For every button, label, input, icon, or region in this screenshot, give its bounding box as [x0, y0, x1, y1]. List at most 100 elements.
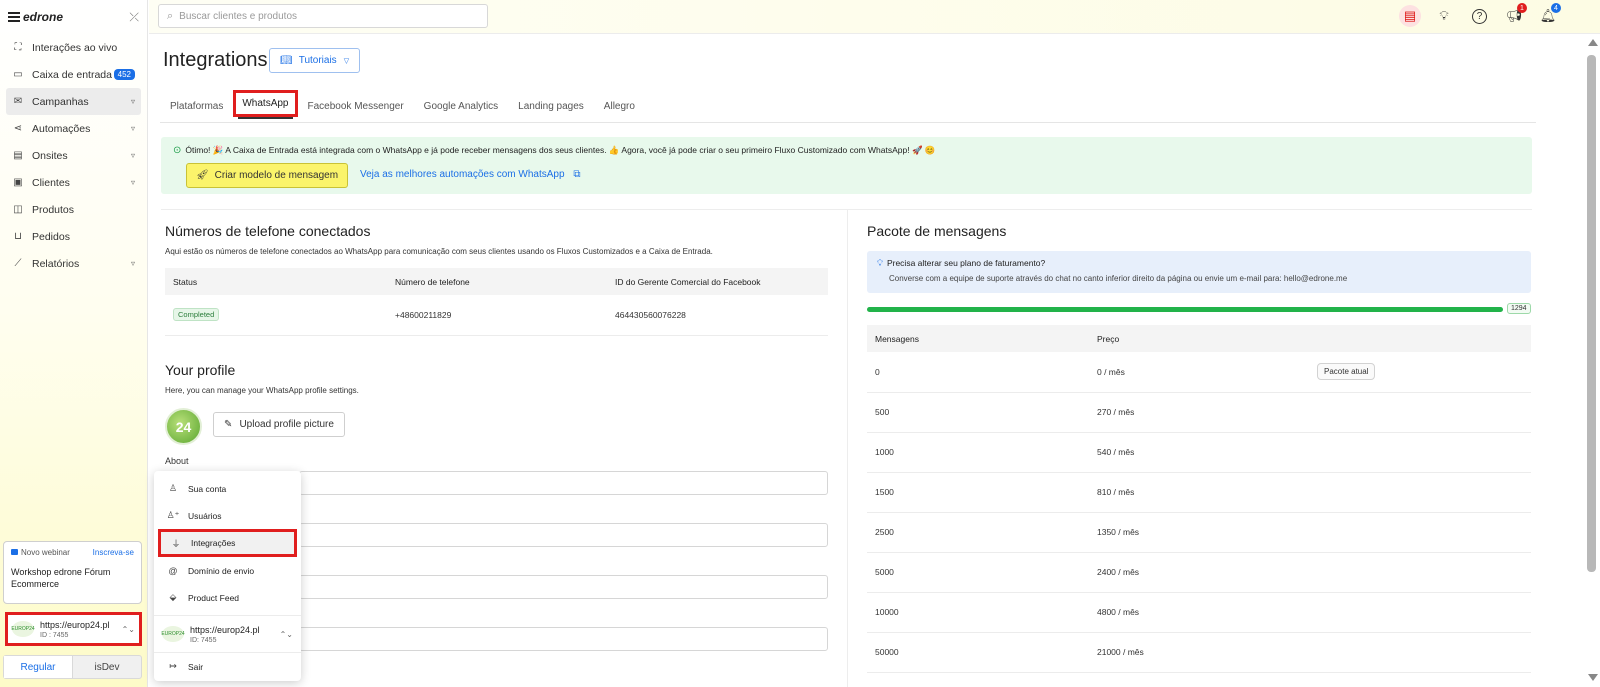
book-icon: 📖︎	[280, 55, 293, 66]
sidebar-item-inbox[interactable]: ▭ Caixa de entrada 452	[6, 61, 141, 88]
messages-cell: 0	[867, 352, 1089, 393]
mode-regular-button[interactable]: Regular	[4, 656, 73, 678]
topbar: ⌕ ▤ 💡︎ ? 📢︎ 1 🔔︎ 4	[149, 0, 1600, 34]
lightbulb-icon[interactable]: 💡︎	[1434, 6, 1454, 26]
sidebar-item-clients[interactable]: ▣ Clientes ▿	[6, 169, 141, 196]
sidebar-item-label: Produtos	[32, 203, 75, 216]
usage-progress-bar	[867, 307, 1503, 312]
col-price: Preço	[1089, 325, 1309, 352]
users-icon: ♙⁺	[166, 510, 180, 520]
sidebar-item-automations[interactable]: ⋖ Automações ▿	[6, 115, 141, 142]
fb-id-cell: 464430560076228	[607, 295, 828, 336]
messages-cell: 2500	[867, 512, 1089, 553]
scroll-down-icon[interactable]	[1588, 674, 1598, 681]
chevron-updown-icon: ⌃⌄	[279, 629, 293, 639]
chart-icon: ⟋	[14, 258, 22, 269]
account-avatar: EUROP24	[11, 621, 35, 637]
current-package-button[interactable]: Pacote atual	[1317, 363, 1376, 381]
sidebar-item-products[interactable]: ◫ Produtos	[6, 196, 141, 223]
tab-platforms[interactable]: Plataformas	[160, 89, 233, 123]
pin-off-icon[interactable]: ⤫	[129, 10, 139, 25]
chevron-updown-icon: ⌃⌄	[121, 624, 135, 634]
user-icon: ♙	[168, 483, 178, 493]
sidebar-item-orders[interactable]: ⊔ Pedidos	[6, 223, 141, 250]
sidebar-item-campaigns[interactable]: ✉ Campanhas ▿	[6, 88, 141, 115]
webinar-signup-link[interactable]: Inscreva-se	[93, 548, 134, 557]
price-cell: 540 / mês	[1089, 432, 1309, 473]
search-box[interactable]: ⌕	[158, 4, 488, 28]
col-messages: Mensagens	[867, 325, 1089, 352]
billing-info-box: 💡︎ Precisa alterar seu plano de faturamen…	[867, 251, 1531, 293]
menu-item-logout[interactable]: ↦ Sair	[154, 653, 301, 680]
tab-landing-pages[interactable]: Landing pages	[508, 89, 594, 123]
scrollbar-thumb[interactable]	[1587, 55, 1596, 572]
tab-allegro[interactable]: Allegro	[594, 89, 645, 123]
messages-cell: 1000	[867, 432, 1089, 473]
chevron-down-icon: ▿	[130, 151, 135, 160]
create-template-label: Criar modelo de mensagem	[214, 170, 339, 181]
table-row: 1000 540 / mês	[867, 432, 1531, 473]
webinar-card[interactable]: Novo webinar Inscreva-se Workshop edrone…	[3, 541, 142, 604]
menu-item-users[interactable]: ♙⁺ Usuários	[154, 502, 301, 529]
page-scrollbar[interactable]	[1584, 35, 1600, 687]
account-url: https://europ24.pl	[190, 624, 260, 635]
webinar-title: Workshop edrone Fórum Ecommerce	[11, 567, 111, 589]
products-icon: ◫	[13, 204, 23, 215]
col-phone: Número de telefone	[387, 268, 607, 295]
at-icon: @	[168, 565, 178, 576]
price-cell: 810 / mês	[1089, 472, 1309, 513]
messages-cell: 10000	[867, 592, 1089, 633]
menu-account-switcher[interactable]: EUROP24 https://europ24.pl ID: 7455 ⌃⌄	[154, 615, 301, 653]
sidebar-item-reports[interactable]: ⟋ Relatórios ▿	[6, 250, 141, 277]
account-avatar: EUROP24	[161, 626, 185, 642]
menu-item-label: Sua conta	[188, 483, 227, 494]
about-field[interactable]	[299, 471, 828, 495]
upload-picture-label: Upload profile picture	[239, 419, 334, 430]
tab-whatsapp[interactable]: WhatsApp	[233, 90, 298, 117]
main-content: Integrations 📖︎ Tutoriais ▽ Plataformas …	[149, 35, 1552, 687]
scroll-up-icon[interactable]	[1588, 39, 1598, 46]
menu-item-integrations[interactable]: ⏚ Integrações	[158, 529, 297, 557]
account-switcher[interactable]: EUROP24 https://europ24.pl ID : 7455 ⌃⌄	[5, 612, 142, 646]
mode-dev-button[interactable]: isDev	[73, 656, 141, 678]
sidebar-item-label: Automações	[32, 122, 91, 135]
megaphone-icon[interactable]: 📢︎ 1	[1504, 3, 1527, 26]
tutorials-button[interactable]: 📖︎ Tutoriais ▽	[269, 48, 361, 73]
menu-icon[interactable]	[8, 12, 20, 22]
clients-icon: ▣	[13, 177, 23, 188]
sidebar-item-label: Caixa de entrada	[32, 68, 112, 81]
sidebar-item-label: Onsites	[32, 149, 68, 162]
upload-picture-button[interactable]: ✎ Upload profile picture	[213, 412, 345, 437]
sidebar-item-label: Relatórios	[32, 257, 80, 270]
sidebar-item-onsites[interactable]: ▤ Onsites ▿	[6, 142, 141, 169]
chat-icon[interactable]: ▤	[1399, 5, 1421, 27]
profile-field-4[interactable]	[299, 627, 828, 651]
chevron-down-icon: ▿	[130, 259, 135, 268]
inbox-count-badge: 452	[113, 69, 135, 80]
lightbulb-icon: 💡︎	[877, 258, 883, 268]
menu-item-account[interactable]: ♙ Sua conta	[154, 475, 301, 502]
bell-icon[interactable]: 🔔︎ 4	[1538, 3, 1561, 26]
best-automations-label: Veja as melhores automações com WhatsApp	[360, 169, 565, 180]
phone-cell: +48600211829	[387, 295, 607, 336]
integration-tabs: Plataformas WhatsApp Facebook Messenger …	[160, 89, 1536, 123]
billing-info-description: Converse com a equipe de suporte através…	[889, 274, 1348, 283]
tab-google-analytics[interactable]: Google Analytics	[414, 89, 509, 123]
profile-field-2[interactable]	[299, 523, 828, 547]
search-input[interactable]	[179, 10, 460, 22]
tab-facebook-messenger[interactable]: Facebook Messenger	[298, 89, 414, 123]
create-template-button[interactable]: 🚀︎ Criar modelo de mensagem	[186, 163, 348, 188]
menu-item-sending-domain[interactable]: @ Domínio de envio	[154, 557, 301, 584]
chevron-down-icon: ▿	[130, 178, 135, 187]
menu-item-label: Usuários	[188, 510, 222, 521]
webinar-tag: Novo webinar	[11, 548, 70, 557]
col-action	[1309, 325, 1531, 352]
profile-description: Here, you can manage your WhatsApp profi…	[165, 386, 359, 395]
menu-item-product-feed[interactable]: ⬙ Product Feed	[154, 584, 301, 611]
help-icon[interactable]: ?	[1472, 9, 1487, 24]
logout-icon: ↦	[169, 661, 177, 671]
best-automations-link[interactable]: Veja as melhores automações com WhatsApp…	[360, 169, 580, 180]
sidebar-item-live[interactable]: ⛶ Interações ao vivo	[6, 34, 141, 61]
table-row: 0 0 / mês Pacote atual	[867, 352, 1531, 393]
profile-field-3[interactable]	[299, 575, 828, 599]
